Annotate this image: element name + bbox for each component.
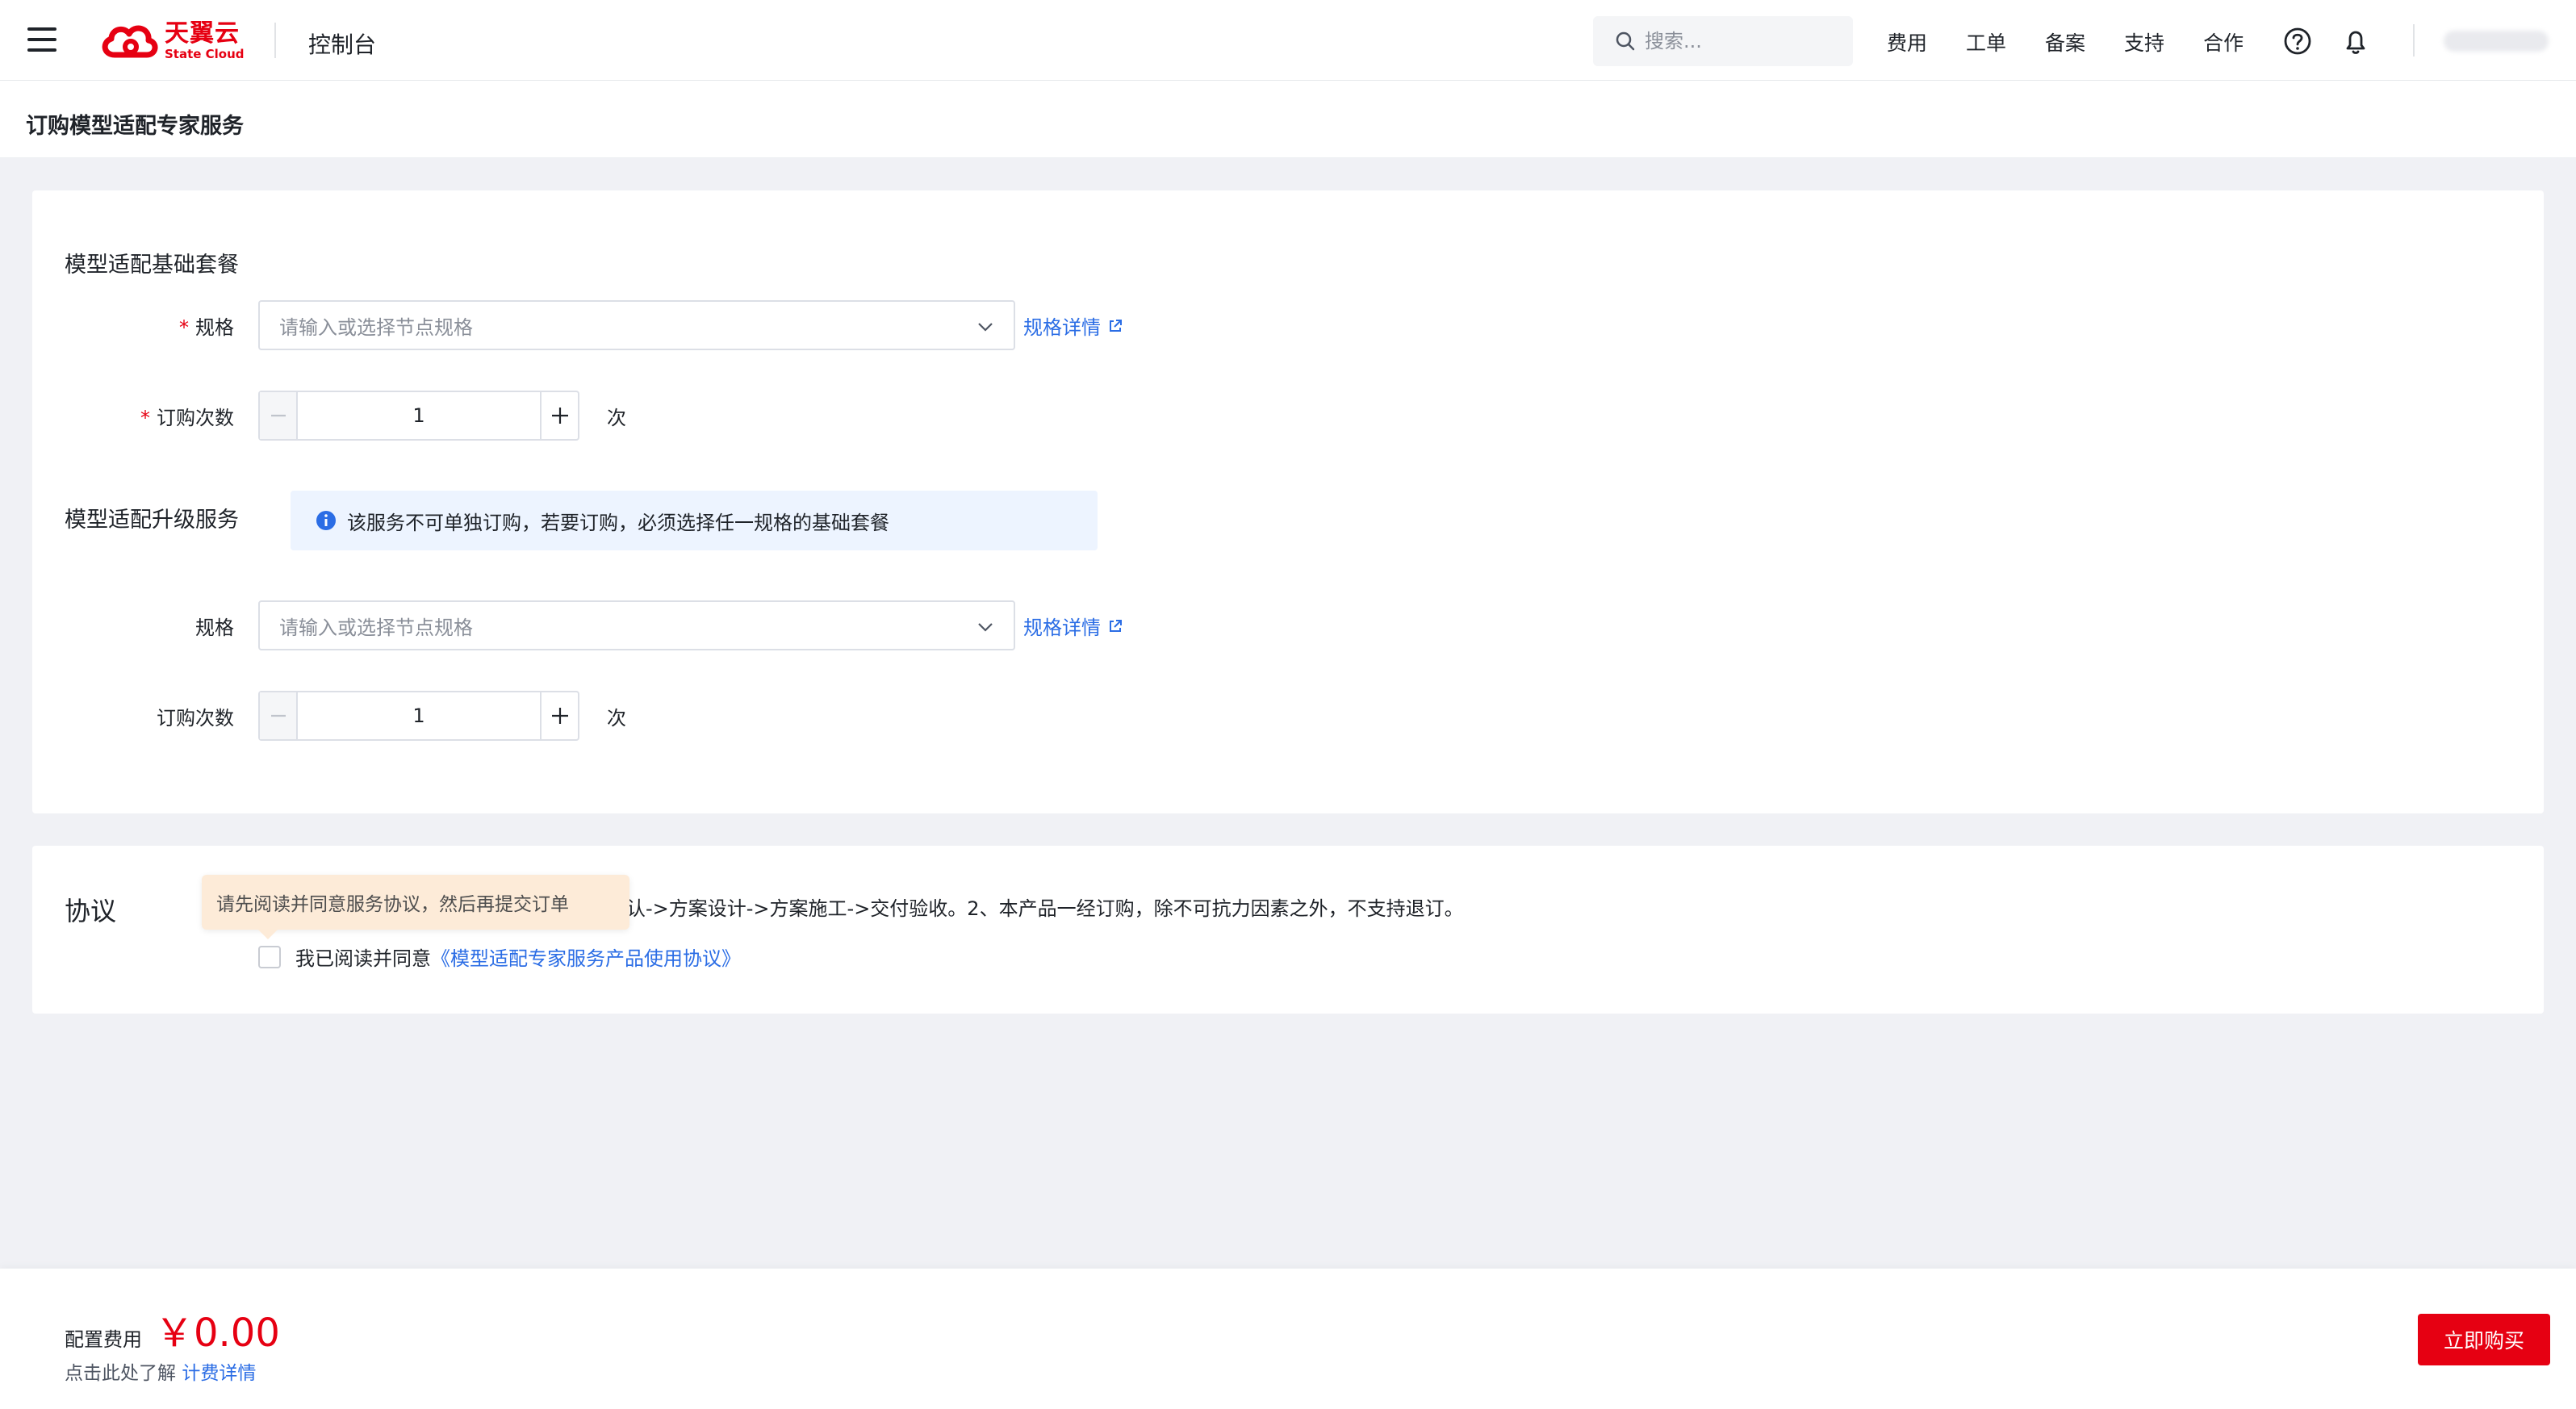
basic-qty-input[interactable]: [298, 392, 540, 439]
upgrade-qty-increment-button[interactable]: [540, 692, 578, 739]
info-icon: [316, 511, 336, 530]
basic-qty-unit: 次: [607, 407, 626, 429]
upgrade-qty-input[interactable]: [298, 692, 540, 739]
agreement-checkbox[interactable]: [258, 945, 281, 968]
basic-qty-label: * 订购次数: [140, 407, 234, 429]
nav-link-tickets[interactable]: 工单: [1966, 27, 2006, 56]
nav-link-support[interactable]: 支持: [2124, 27, 2164, 56]
upgrade-qty-stepper: [258, 691, 579, 741]
agreement-link[interactable]: 《模型适配专家服务产品使用协议》: [431, 943, 741, 971]
minus-icon: [270, 714, 286, 717]
chevron-down-icon: [978, 323, 993, 332]
header-divider-right: [2413, 24, 2415, 56]
upgrade-spec-placeholder: 请输入或选择节点规格: [279, 616, 473, 639]
upgrade-qty-unit: 次: [607, 707, 626, 730]
basic-qty-increment-button[interactable]: [540, 392, 578, 439]
logo[interactable]: 天翼云 State Cloud: [98, 19, 245, 63]
agreement-card: 协议 求沟通确认->方案设计->方案施工->交付验收。2、本产品一经订购，除不可…: [32, 846, 2544, 1014]
upgrade-notice-banner: 该服务不可单独订购，若要订购，必须选择任一规格的基础套餐: [291, 491, 1098, 550]
cloud-logo-icon: [102, 25, 158, 58]
agreement-tooltip: 请先阅读并同意服务协议，然后再提交订单: [202, 875, 629, 939]
basic-spec-placeholder: 请输入或选择节点规格: [279, 316, 473, 339]
fee-amount: ￥0.00: [155, 1311, 280, 1356]
console-link[interactable]: 控制台: [308, 27, 376, 60]
fee-note: 点击此处了解 计费详情: [65, 1363, 257, 1384]
top-navigation-bar: 天翼云 State Cloud 控制台 费用 工单 备案 支持 合作: [0, 0, 2576, 81]
plus-icon: [551, 708, 568, 724]
header-divider: [274, 23, 276, 58]
basic-qty-stepper: [258, 391, 579, 441]
basic-qty-decrement-button[interactable]: [260, 392, 298, 439]
help-icon[interactable]: [2282, 26, 2313, 56]
basic-spec-label: * 规格: [179, 316, 234, 339]
required-mark: *: [179, 316, 189, 339]
basic-spec-detail-link[interactable]: 规格详情: [1023, 311, 1123, 340]
agreement-title: 协议: [65, 896, 117, 926]
logo-text-en: State Cloud: [165, 47, 245, 61]
search-icon: [1616, 31, 1635, 51]
search-input[interactable]: [1645, 30, 1838, 52]
agreement-terms-text: 求沟通确认->方案设计->方案施工->交付验收。2、本产品一经订购，除不可抗力因…: [549, 897, 1464, 920]
upgrade-qty-label: 订购次数: [157, 707, 234, 730]
basic-package-title: 模型适配基础套餐: [65, 253, 239, 278]
agreement-checkbox-row: 我已阅读并同意 《模型适配专家服务产品使用协议》: [258, 943, 741, 971]
upgrade-notice-text: 该服务不可单独订购，若要订购，必须选择任一规格的基础套餐: [347, 511, 889, 534]
upgrade-qty-decrement-button[interactable]: [260, 692, 298, 739]
bell-icon[interactable]: [2340, 26, 2371, 56]
nav-link-fees[interactable]: 费用: [1887, 27, 1927, 56]
user-account-menu[interactable]: [2444, 31, 2549, 52]
minus-icon: [270, 414, 286, 417]
buy-now-button[interactable]: 立即购买: [2418, 1314, 2550, 1365]
agreement-checkbox-label: 我已阅读并同意: [295, 947, 431, 970]
upgrade-service-title: 模型适配升级服务: [65, 508, 239, 533]
upgrade-spec-label: 规格: [195, 617, 234, 639]
external-link-icon: [1110, 319, 1122, 332]
upgrade-spec-select[interactable]: 请输入或选择节点规格: [258, 600, 1015, 650]
basic-spec-select[interactable]: 请输入或选择节点规格: [258, 300, 1015, 350]
billing-details-link[interactable]: 计费详情: [182, 1363, 256, 1384]
required-mark: *: [140, 407, 150, 429]
chevron-down-icon: [978, 623, 993, 632]
upgrade-spec-detail-link[interactable]: 规格详情: [1023, 612, 1123, 640]
menu-icon[interactable]: [27, 27, 56, 52]
page-title-bar: 订购模型适配专家服务: [0, 81, 2576, 158]
config-card: 模型适配基础套餐 *规格 请输入或选择节点规格 规格详情 *订购次数 次 模型适…: [32, 190, 2544, 813]
search-box[interactable]: [1593, 16, 1853, 66]
order-footer: 配置费用 ￥0.00 点击此处了解 计费详情 立即购买: [0, 1269, 2576, 1409]
logo-text-cn: 天翼云: [165, 19, 240, 48]
plus-icon: [551, 408, 568, 424]
page-title: 订购模型适配专家服务: [26, 114, 244, 139]
top-nav-links: 费用 工单 备案 支持 合作: [1887, 27, 2282, 56]
nav-link-partner[interactable]: 合作: [2203, 27, 2244, 56]
fee-label: 配置费用: [65, 1328, 142, 1351]
external-link-icon: [1110, 619, 1122, 632]
nav-link-filing[interactable]: 备案: [2045, 27, 2085, 56]
